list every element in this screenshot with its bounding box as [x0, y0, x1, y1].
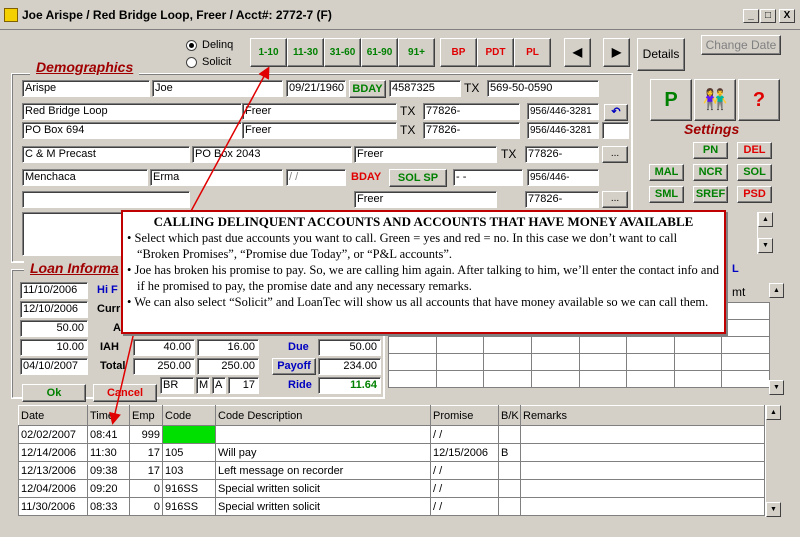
callout-bullet-3: We can also select “Solicit” and LoanTec… [127, 294, 720, 310]
callout-bullet-1: Select which past due accounts you want … [127, 230, 720, 262]
callout-heading: CALLING DELINQUENT ACCOUNTS AND ACCOUNTS… [153, 214, 694, 229]
arrow-to-filter [189, 66, 270, 214]
instruction-callout: CALLING DELINQUENT ACCOUNTS AND ACCOUNTS… [121, 210, 726, 334]
callout-bullet-2: Joe has broken his promise to pay. So, w… [127, 262, 720, 294]
arrow-to-time [109, 331, 135, 425]
